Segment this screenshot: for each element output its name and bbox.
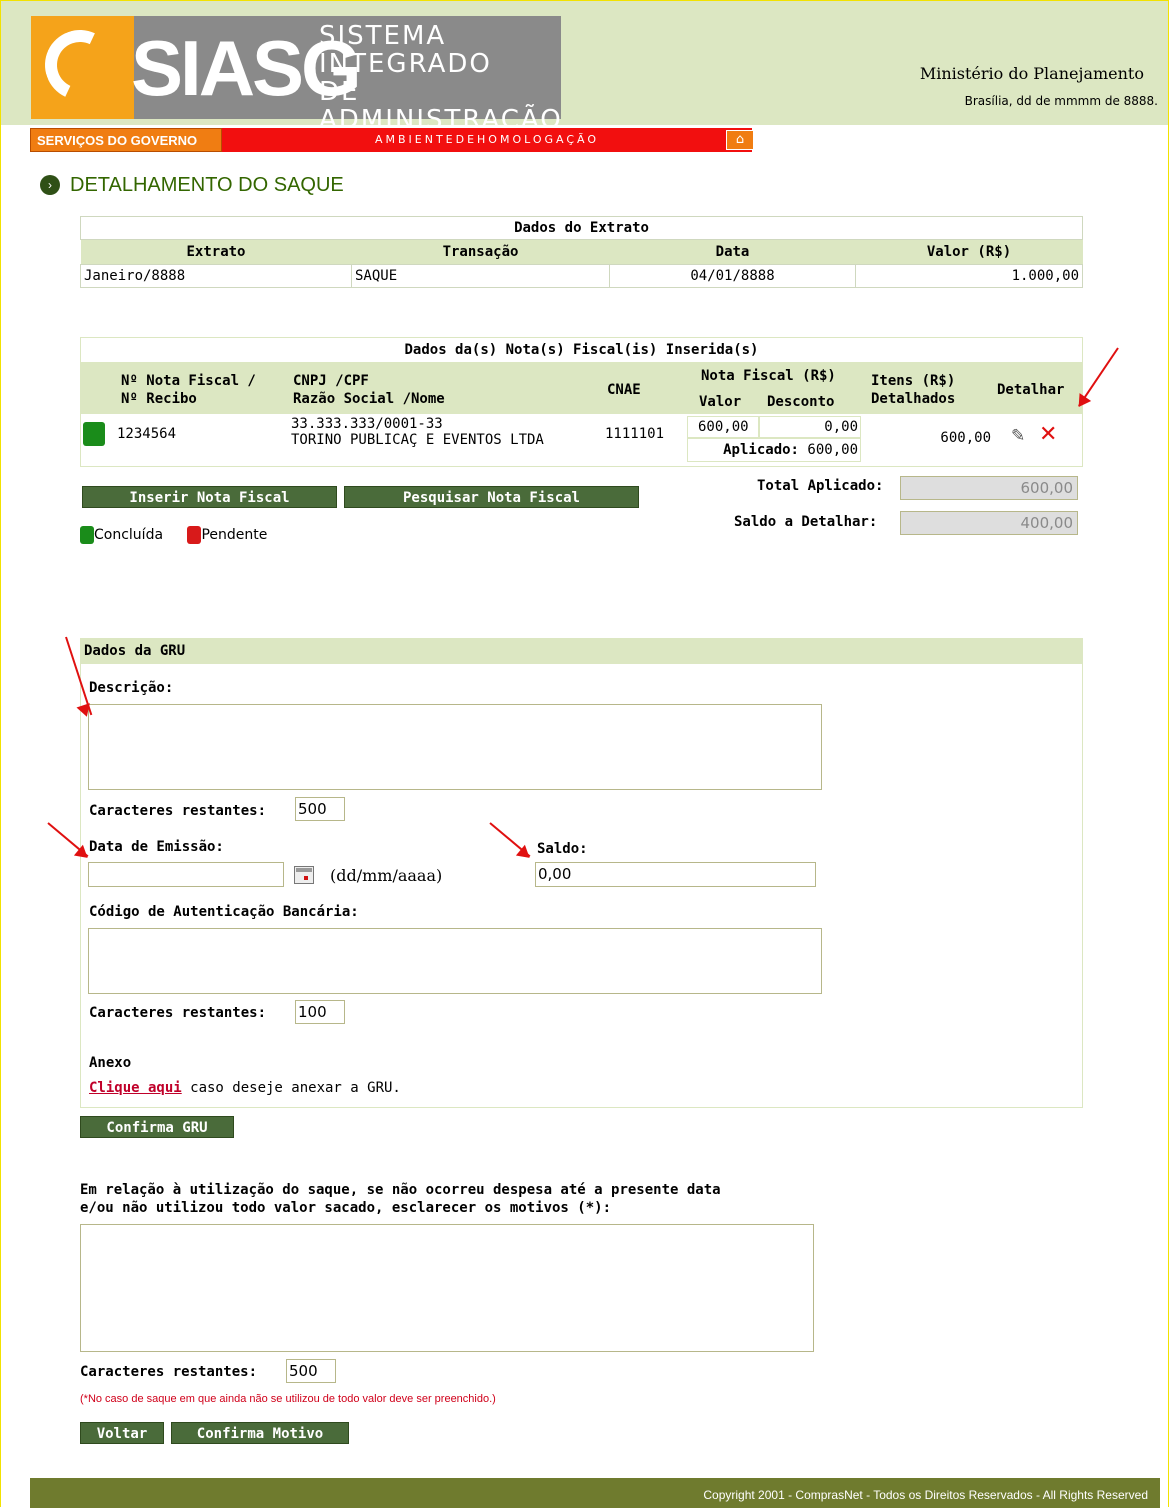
confirma-motivo-button[interactable]: Confirma Motivo [171,1422,349,1444]
header-date: Brasília, dd de mmmm de 8888. [964,94,1158,108]
descricao-label: Descrição: [89,680,174,696]
logo-subtitle: SISTEMA INTEGRADO DE ADMINISTRAÇÃO DE SE… [319,21,563,191]
footer: Copyright 2001 - ComprasNet - Todos os D… [30,1478,1160,1508]
codigo-chars-label: Caracteres restantes: [89,1005,267,1021]
siasg-logo: SIASG SISTEMA INTEGRADO DE ADMINISTRAÇÃO… [31,16,561,190]
nota-numero: 1234564 [117,426,177,442]
cell-extrato: Janeiro/8888 [80,264,352,288]
descricao-chars-label: Caracteres restantes: [89,803,267,819]
nota-valor: 600,00 [687,416,759,438]
motivo-question: Em relação à utilização do saque, se não… [80,1182,721,1216]
col-valor: Valor (R$) [855,239,1083,265]
nota-cnpj: 33.333.333/0001-33 [291,416,443,432]
gru-header: Dados da GRU [80,638,1083,664]
nota-cnpj-razao: 33.333.333/0001-33 TORINO PUBLICAÇ E EVE… [291,416,544,448]
cell-data: 04/01/8888 [609,264,856,288]
confirma-gru-button[interactable]: Confirma GRU [80,1116,234,1138]
nota-cnae: 1111101 [605,426,665,442]
status-legend: Concluída Pendente [80,526,267,544]
nota-aplicado: Aplicado: 600,00 [687,438,861,462]
saldo-detalhar-label: Saldo a Detalhar: [734,514,878,530]
descricao-textarea[interactable] [88,704,822,790]
codigo-autenticacao-textarea[interactable] [88,928,822,994]
saldo-label: Saldo: [537,841,588,857]
anexo-line: Clique aqui caso deseje anexar a GRU. [89,1080,401,1096]
motivo-chars-label: Caracteres restantes: [80,1364,258,1380]
calendar-icon[interactable] [294,866,314,884]
h-desconto: Desconto [767,394,835,410]
data-emissao-label: Data de Emissão: [89,839,224,855]
nota-razao: TORINO PUBLICAÇ E EVENTOS LTDA [291,432,544,448]
gov-services-link[interactable]: SERVIÇOS DO GOVERNO [30,128,222,152]
h-cnpj: CNPJ /CPF Razão Social /Nome [293,373,445,407]
codigo-chars-counter: 100 [295,1000,345,1024]
gru-title: Dados da GRU [84,643,186,659]
total-aplicado-label: Total Aplicado: [757,478,884,494]
cell-valor: 1.000,00 [855,264,1083,288]
bullet-icon: › [40,175,60,195]
extrato-title: Dados do Extrato [80,216,1083,240]
logo-mark [31,16,134,119]
motivo-textarea[interactable] [80,1224,814,1352]
saldo-input[interactable]: 0,00 [535,862,816,887]
col-extrato: Extrato [80,239,352,265]
environment-label: AMBIENTEDEHOMOLOGAÇÃO [222,128,752,152]
notas-title: Dados da(s) Nota(s) Fiscal(is) Inserida(… [404,342,759,358]
delete-icon[interactable]: ✕ [1039,422,1057,447]
voltar-button[interactable]: Voltar [80,1422,164,1444]
col-transacao: Transação [351,239,610,265]
edit-icon[interactable]: ✎ [1011,426,1025,446]
h-detalhar: Detalhar [997,382,1065,398]
pesquisar-nota-fiscal-button[interactable]: Pesquisar Nota Fiscal [344,486,639,508]
saldo-detalhar-field: 400,00 [900,511,1078,535]
nota-desconto: 0,00 [759,416,861,438]
inserir-nota-fiscal-button[interactable]: Inserir Nota Fiscal [82,486,337,508]
cell-transacao: SAQUE [351,264,610,288]
home-icon[interactable]: ⌂ [726,130,754,150]
codigo-autenticacao-label: Código de Autenticação Bancária: [89,904,359,920]
page-title: › DETALHAMENTO DO SAQUE [40,174,344,197]
h-valor: Valor [699,394,742,410]
h-nota-fiscal: Nota Fiscal (R$) [701,368,836,384]
descricao-chars-counter: 500 [295,797,345,821]
anexo-label: Anexo [89,1055,132,1071]
nota-itens: 600,00 [940,430,991,446]
motivo-note: (*No caso de saque em que ainda não se u… [80,1393,496,1405]
h-cnae: CNAE [607,382,641,398]
gov-bar: SERVIÇOS DO GOVERNO AMBIENTEDEHOMOLOGAÇÃ… [30,128,760,152]
thumb-up-icon [80,526,94,544]
concluida-status-icon [83,422,105,446]
total-aplicado-field: 600,00 [900,476,1078,500]
date-format-hint: (dd/mm/aaaa) [330,866,443,885]
notas-table: Dados da(s) Nota(s) Fiscal(is) Inserida(… [80,337,1083,467]
motivo-chars-counter: 500 [286,1359,336,1383]
legend-concluida: Concluída [94,527,164,543]
extrato-table: Dados do Extrato Extrato Transação Data … [80,216,1083,288]
h-numero: Nº Nota Fiscal / Nº Recibo [121,373,256,407]
header: SIASG SISTEMA INTEGRADO DE ADMINISTRAÇÃO… [1,1,1168,190]
h-itens: Itens (R$) Detalhados [871,373,956,407]
ministry-name: Ministério do Planejamento [919,64,1144,83]
anexo-text: caso deseje anexar a GRU. [181,1080,401,1096]
col-data: Data [609,239,856,265]
anexo-link[interactable]: Clique aqui [89,1080,182,1096]
notas-header: Nº Nota Fiscal / Nº Recibo CNPJ /CPF Razão… [81,362,1082,414]
legend-pendente: Pendente [201,527,268,543]
thumb-down-icon [187,526,202,544]
data-emissao-input[interactable] [88,862,284,887]
